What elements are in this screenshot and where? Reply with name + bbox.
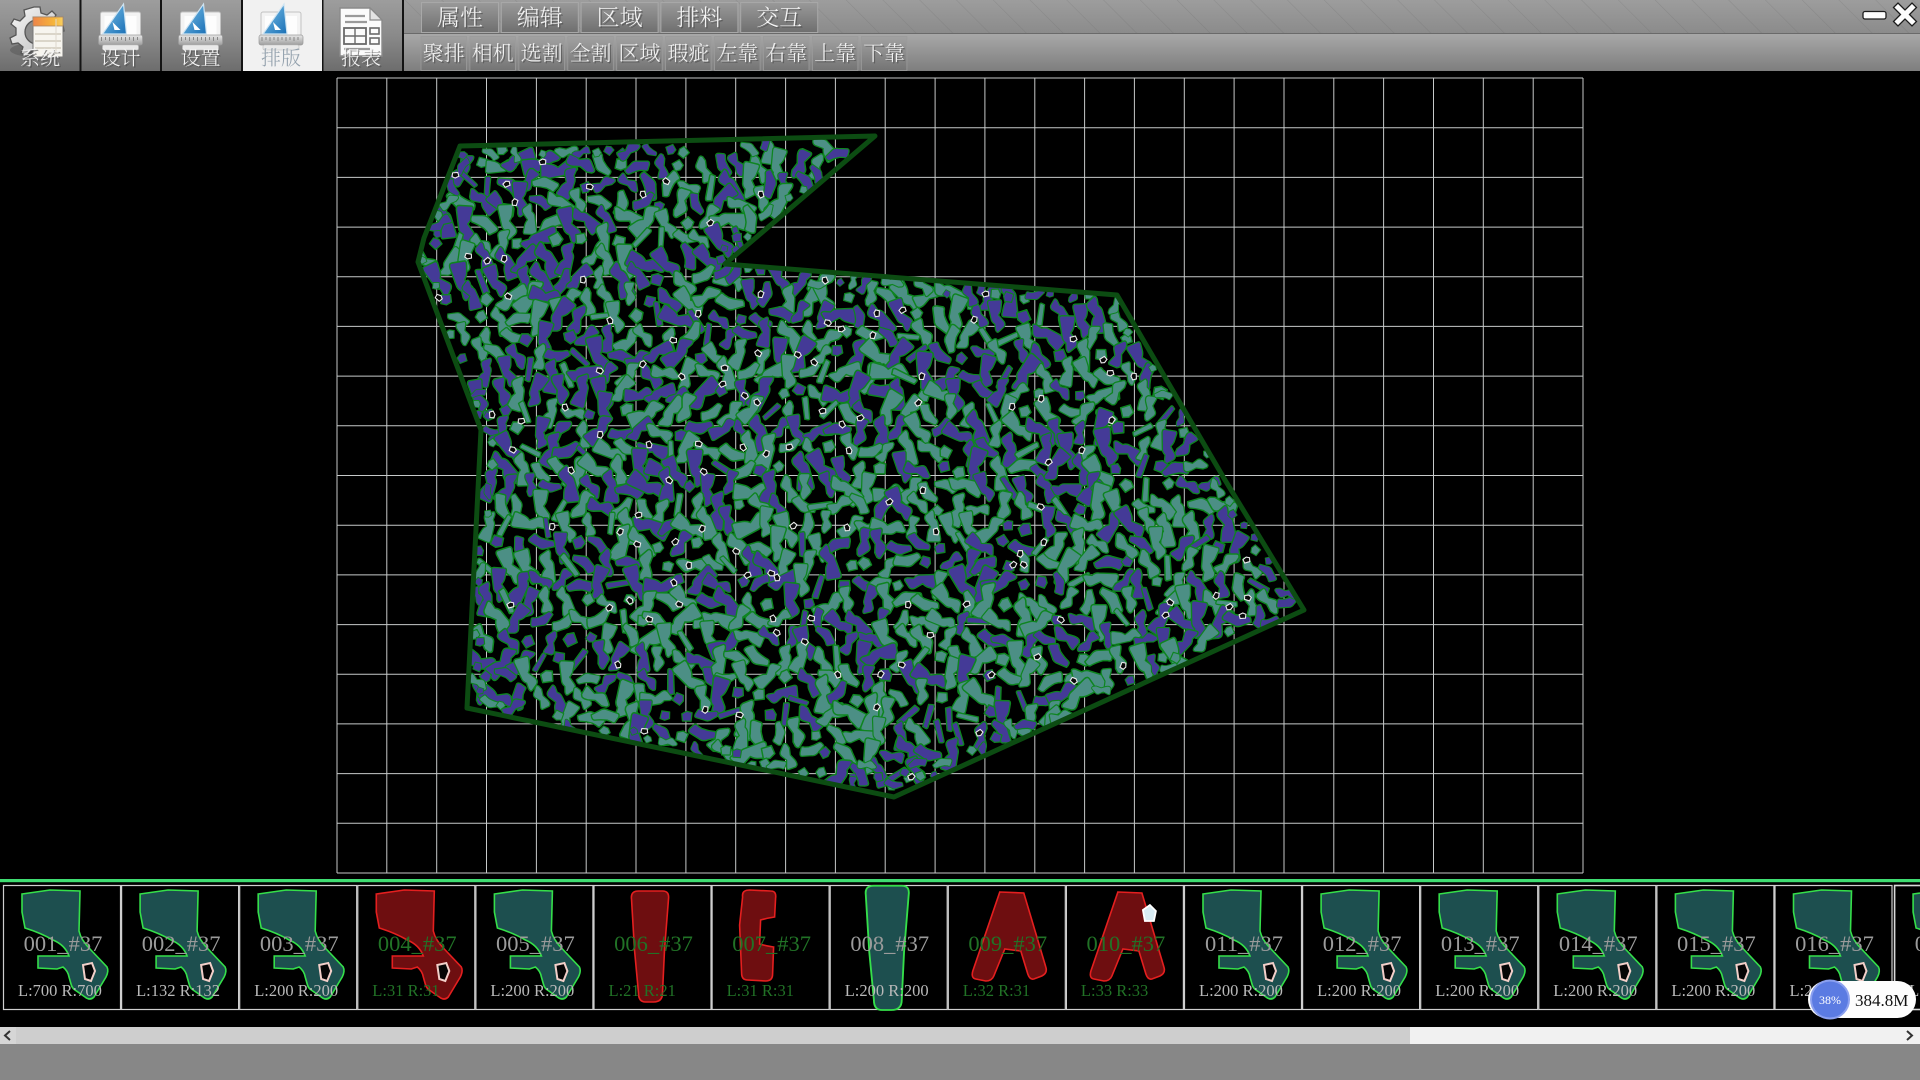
svg-text:001_#37: 001_#37 — [24, 931, 103, 956]
svg-text:L:33 R:33: L:33 R:33 — [1081, 981, 1148, 1000]
svg-text:017_#37: 017_#37 — [1915, 931, 1920, 956]
svg-text:002_#37: 002_#37 — [142, 931, 221, 956]
svg-text:L:700 R:700: L:700 R:700 — [18, 981, 102, 1000]
svg-text:009_#37: 009_#37 — [968, 931, 1047, 956]
svg-text:014_#37: 014_#37 — [1559, 931, 1638, 956]
svg-text:012_#37: 012_#37 — [1323, 931, 1402, 956]
svg-text:016_#37: 016_#37 — [1795, 931, 1874, 956]
svg-text:005_#37: 005_#37 — [496, 931, 575, 956]
svg-text:013_#37: 013_#37 — [1441, 931, 1520, 956]
svg-text:007_#37: 007_#37 — [732, 931, 811, 956]
svg-text:L:200 R:200: L:200 R:200 — [1199, 981, 1283, 1000]
svg-text:L:200 R:200: L:200 R:200 — [1317, 981, 1401, 1000]
svg-text:011_#37: 011_#37 — [1205, 931, 1283, 956]
svg-text:006_#37: 006_#37 — [614, 931, 693, 956]
svg-text:L:200 R:200: L:200 R:200 — [490, 981, 574, 1000]
svg-text:L:31 R:31: L:31 R:31 — [727, 981, 794, 1000]
svg-text:L:132 R:132: L:132 R:132 — [136, 981, 220, 1000]
svg-text:L:200 R:200: L:200 R:200 — [845, 981, 929, 1000]
svg-text:L:31 R:31: L:31 R:31 — [372, 981, 439, 1000]
svg-text:003_#37: 003_#37 — [260, 931, 339, 956]
svg-text:384.8M: 384.8M — [1855, 991, 1908, 1010]
svg-text:L:32 R:31: L:32 R:31 — [963, 981, 1030, 1000]
svg-text:38%: 38% — [1819, 993, 1841, 1007]
svg-text:010_#37: 010_#37 — [1087, 931, 1166, 956]
svg-text:L:200 R:200: L:200 R:200 — [1671, 981, 1755, 1000]
svg-text:008_#37: 008_#37 — [850, 931, 929, 956]
svg-text:004_#37: 004_#37 — [378, 931, 457, 956]
svg-text:L:200 R:200: L:200 R:200 — [1553, 981, 1637, 1000]
svg-text:015_#37: 015_#37 — [1677, 931, 1756, 956]
svg-text:L:21 R:21: L:21 R:21 — [609, 981, 676, 1000]
svg-text:L:200 R:200: L:200 R:200 — [254, 981, 338, 1000]
svg-text:L:200 R:200: L:200 R:200 — [1435, 981, 1519, 1000]
